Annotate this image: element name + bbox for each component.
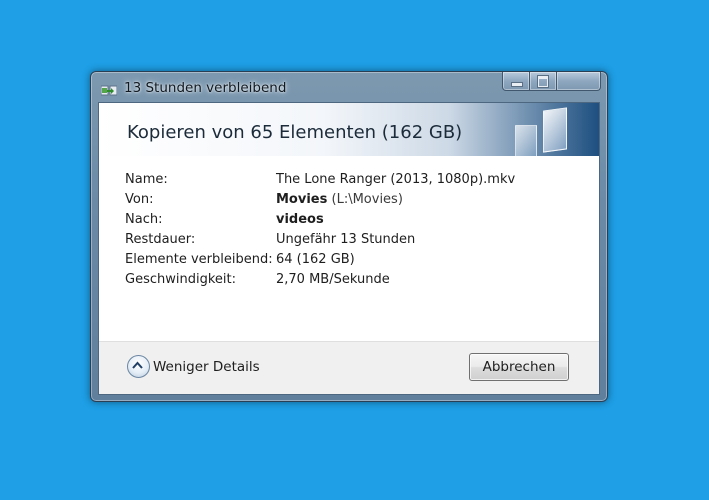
detail-label: Von:: [125, 192, 154, 207]
detail-row-remaining-time: Restdauer: Ungefähr 13 Stunden: [125, 230, 515, 250]
dialog-content: Kopieren von 65 Elementen (162 GB) Name:…: [98, 102, 600, 395]
dialog-heading: Kopieren von 65 Elementen (162 GB): [127, 122, 463, 143]
dialog-footer: Weniger Details Abbrechen: [99, 341, 599, 394]
file-graphic-icon: [515, 125, 537, 156]
details-list: Name: The Lone Ranger (2013, 1080p).mkv …: [125, 170, 515, 290]
maximize-button[interactable]: [530, 72, 557, 91]
copy-progress-icon: [100, 82, 118, 96]
detail-label: Geschwindigkeit:: [125, 272, 236, 287]
detail-label: Nach:: [125, 212, 163, 227]
detail-label: Restdauer:: [125, 232, 196, 247]
detail-value[interactable]: Movies (L:\Movies): [276, 190, 403, 210]
detail-row-name: Name: The Lone Ranger (2013, 1080p).mkv: [125, 170, 515, 190]
close-button[interactable]: [557, 72, 601, 91]
dialog-header: Kopieren von 65 Elementen (162 GB): [99, 103, 599, 156]
minimize-icon: [511, 82, 523, 87]
caption-buttons: [502, 72, 601, 91]
detail-value: 64 (162 GB): [276, 252, 355, 267]
detail-row-speed: Geschwindigkeit: 2,70 MB/Sekunde: [125, 270, 515, 290]
less-details-toggle[interactable]: Weniger Details: [127, 355, 260, 378]
detail-row-items-remaining: Elemente verbleibend: 64 (162 GB): [125, 250, 515, 270]
title-bar[interactable]: 13 Stunden verbleibend: [91, 72, 607, 102]
detail-label: Name:: [125, 172, 168, 187]
detail-value[interactable]: videos: [276, 210, 324, 230]
detail-value: Ungefähr 13 Stunden: [276, 232, 416, 247]
maximize-icon: [537, 75, 549, 88]
window-title: 13 Stunden verbleibend: [124, 80, 287, 96]
cancel-button[interactable]: Abbrechen: [469, 353, 569, 381]
detail-value: 2,70 MB/Sekunde: [276, 272, 390, 287]
copy-dialog-window: 13 Stunden verbleibend Kopieren von 65 E…: [90, 71, 608, 402]
detail-label: Elemente verbleibend:: [125, 252, 273, 267]
chevron-up-circle-icon[interactable]: [127, 355, 150, 378]
file-graphic-icon: [543, 107, 567, 153]
less-details-label[interactable]: Weniger Details: [153, 359, 260, 375]
detail-row-to: Nach: videos: [125, 210, 515, 230]
minimize-button[interactable]: [502, 72, 530, 91]
detail-value: The Lone Ranger (2013, 1080p).mkv: [276, 172, 516, 187]
detail-row-from: Von: Movies (L:\Movies): [125, 190, 515, 210]
